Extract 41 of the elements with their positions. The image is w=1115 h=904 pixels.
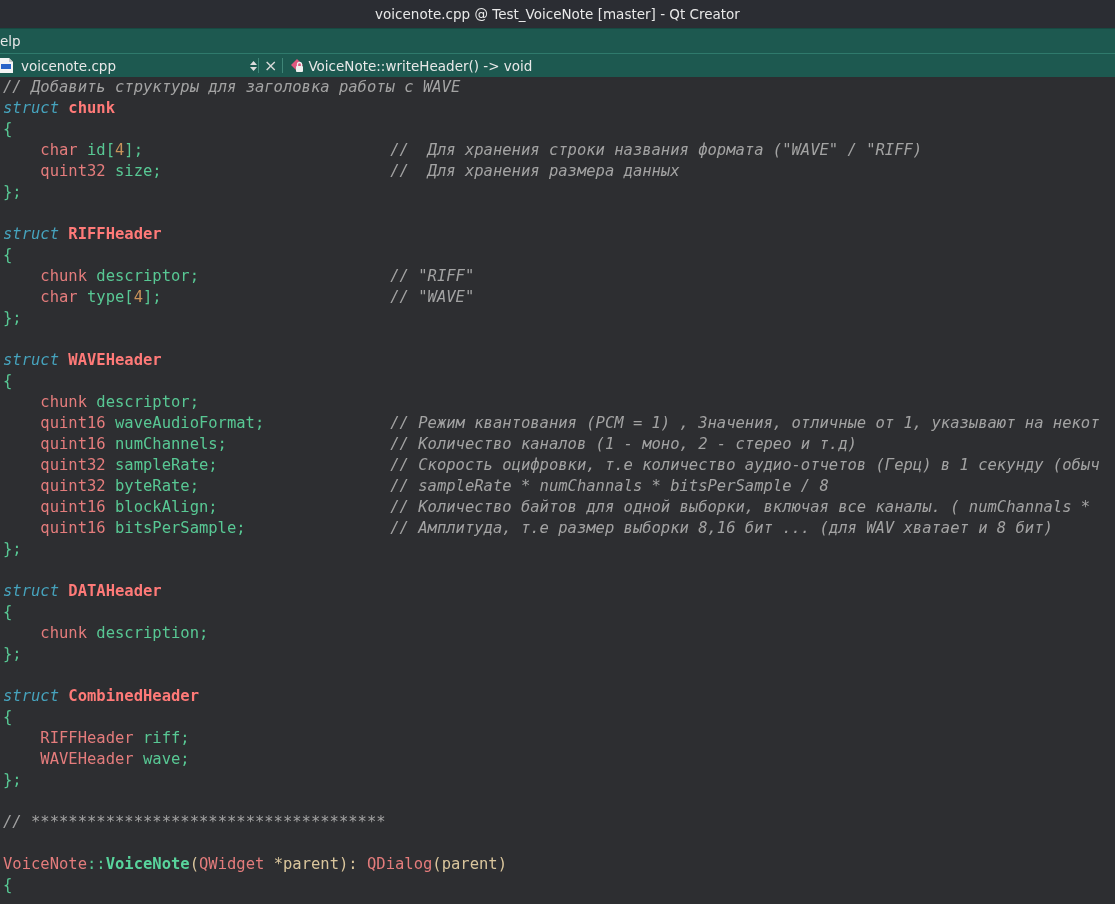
up-down-arrows-icon[interactable] xyxy=(249,58,258,73)
code-line: struct CombinedHeader xyxy=(3,686,199,707)
code-line: chunk descriptor; // "RIFF" xyxy=(39,266,475,287)
code-line: struct DATAHeader xyxy=(3,581,162,602)
window-title: voicenote.cpp @ Test_VoiceNote [master] - Qt Creator xyxy=(375,6,740,22)
code-line: { xyxy=(3,119,13,140)
code-line: struct RIFFHeader xyxy=(3,224,162,245)
code-line: { xyxy=(3,707,13,728)
code-line: char type[4]; // "WAVE" xyxy=(39,287,475,308)
code-line: { xyxy=(3,875,13,896)
code-line: char id[4]; // Для хранения строки названия формата ("WAVE" / "RIFF) xyxy=(39,140,923,161)
close-button[interactable]: × xyxy=(259,57,283,74)
code-line: quint16 bitsPerSample; // Амплитуда, т.е размер выборки 8,16 бит ... (для WAV хватает и 8 бит) xyxy=(39,518,1053,539)
code-line: // ************************************** xyxy=(3,812,386,833)
code-line: struct chunk xyxy=(3,98,115,119)
locked-function-icon xyxy=(290,58,306,73)
code-line: quint32 size; // Для хранения размера данных xyxy=(39,161,680,182)
code-line: { xyxy=(3,245,13,266)
code-line: quint32 byteRate; // sampleRate * numChannals * bitsPerSample / 8 xyxy=(39,476,829,497)
code-line: }; xyxy=(3,182,22,203)
code-line: }; xyxy=(3,308,22,329)
file-name-dropdown[interactable]: voicenote.cpp xyxy=(21,57,249,74)
code-line: quint16 blockAlign; // Количество байтов для одной выборки, включая все каналы. ( numChannals * xyxy=(39,497,1091,518)
code-line: chunk descriptor; xyxy=(39,392,199,413)
code-line: { xyxy=(3,602,13,623)
code-line: }; xyxy=(3,770,22,791)
cpp-file-icon xyxy=(0,58,13,73)
code-line: // Добавить структуры для заголовка работы с WAVE xyxy=(3,77,461,98)
code-line: }; xyxy=(3,644,22,665)
code-line: struct WAVEHeader xyxy=(3,350,162,371)
code-line: quint16 numChannels; // Количество каналов (1 - моно, 2 - стерео и т.д) xyxy=(39,434,857,455)
menu-item[interactable]: elp xyxy=(0,33,25,49)
code-line: }; xyxy=(3,539,22,560)
code-line: quint32 sampleRate; // Скорость оцифровки, т.е количество аудио-отчетов (Герц) в 1 секунду (обыч xyxy=(39,455,1100,476)
code-line: WAVEHeader wave; xyxy=(39,749,190,770)
code-line: RIFFHeader riff; xyxy=(39,728,190,749)
function-selector[interactable]: VoiceNote::writeHeader() -> void xyxy=(308,57,533,74)
code-line: chunk description; xyxy=(39,623,209,644)
code-line: VoiceNote::VoiceNote(QWidget *parent): QDialog(parent) xyxy=(3,854,507,875)
code-line: { xyxy=(3,371,13,392)
code-line: quint16 waveAudioFormat; // Режим квантования (PCM = 1) , Значения, отличные от 1, указывают на некот xyxy=(39,413,1100,434)
